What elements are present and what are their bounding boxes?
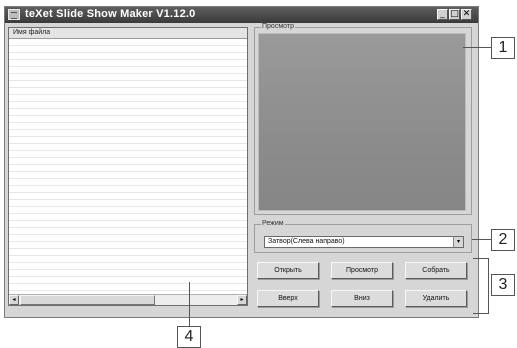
app-icon	[8, 9, 20, 20]
scrollbar-thumb[interactable]	[20, 295, 155, 305]
callout-1: 1	[491, 37, 515, 59]
preview-button[interactable]: Просмотр	[331, 262, 393, 279]
mode-group-label: Режим	[261, 220, 285, 228]
file-list[interactable]: Имя файла ◂ ▸	[8, 27, 248, 306]
callout-3-bracket-bottom	[473, 313, 488, 314]
preview-group-label: Просмотр	[261, 23, 295, 31]
callout-1-leader	[463, 47, 491, 48]
horizontal-scrollbar[interactable]: ◂ ▸	[9, 294, 247, 305]
move-down-button[interactable]: Вниз	[331, 290, 393, 307]
scroll-right-icon[interactable]: ▸	[237, 295, 247, 305]
file-name-column-header[interactable]: Имя файла	[9, 28, 247, 39]
delete-button[interactable]: Удалить	[405, 290, 467, 307]
callout-2: 2	[491, 229, 515, 251]
callout-3-bracket-side	[488, 258, 489, 314]
mode-group: Режим Затвор(Слева направо) ▾	[254, 220, 472, 253]
close-button[interactable]: ✕	[461, 9, 472, 20]
callout-3-bracket-top	[473, 258, 488, 259]
open-button[interactable]: Открыть	[257, 262, 319, 279]
maximize-button[interactable]: □	[449, 9, 460, 20]
callout-2-leader	[472, 239, 491, 240]
file-list-rows[interactable]	[9, 39, 247, 293]
title-bar[interactable]: teXet Slide Show Maker V1.12.0 _ □ ✕	[5, 7, 478, 23]
scroll-left-icon[interactable]: ◂	[9, 295, 19, 305]
chevron-down-icon[interactable]: ▾	[453, 237, 463, 247]
transition-mode-select[interactable]: Затвор(Слева направо) ▾	[264, 236, 464, 248]
move-up-button[interactable]: Вверх	[257, 290, 319, 307]
preview-area	[258, 33, 466, 211]
minimize-button[interactable]: _	[437, 9, 448, 20]
build-button[interactable]: Собрать	[405, 262, 467, 279]
callout-4: 4	[177, 326, 201, 348]
callout-3: 3	[491, 274, 515, 296]
preview-group: Просмотр	[254, 23, 472, 215]
window-title: teXet Slide Show Maker V1.12.0	[25, 8, 196, 20]
callout-4-leader	[189, 282, 190, 326]
transition-mode-value: Затвор(Слева направо)	[268, 238, 345, 245]
